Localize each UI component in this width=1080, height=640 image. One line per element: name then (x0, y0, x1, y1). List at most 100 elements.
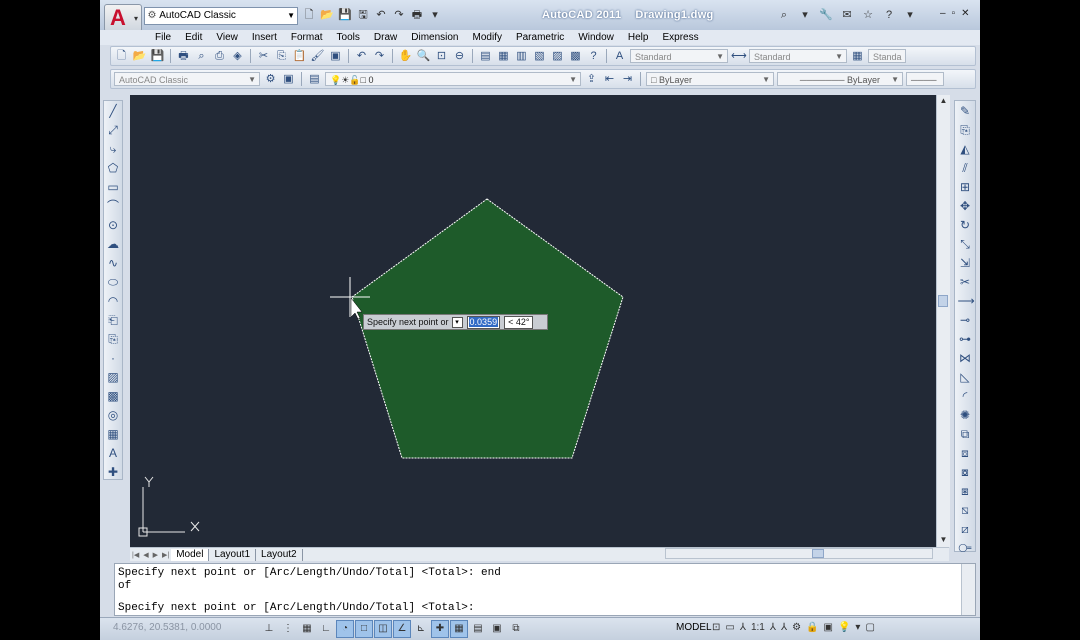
quick-view-layouts-icon[interactable]: ⊡ (712, 620, 720, 636)
save-as-icon[interactable]: 🖫 (356, 8, 370, 22)
point-icon[interactable]: · (106, 350, 121, 367)
erase-icon[interactable]: ✎ (958, 103, 973, 120)
undo-icon[interactable]: ↶ (374, 8, 388, 22)
menu-edit[interactable]: Edit (178, 30, 209, 45)
allow-dynamic-ucs-icon[interactable]: ⊾ (412, 620, 430, 638)
polar-tracking-icon[interactable]: ◔ (336, 620, 354, 638)
tool-palettes-icon[interactable]: ▥ (514, 49, 529, 64)
publish-icon[interactable]: ⎙ (212, 49, 227, 64)
save-icon[interactable]: 💾 (338, 8, 352, 22)
zoom-previous-icon[interactable]: ⊖ (452, 49, 467, 64)
bring-above-icon[interactable]: ⧆ (958, 483, 973, 500)
linetype-control-select[interactable]: ─────── ByLayer ▼ (777, 72, 903, 86)
angle-input[interactable]: < 42° (504, 315, 534, 329)
help-icon[interactable]: ? (586, 49, 601, 64)
menu-express[interactable]: Express (655, 30, 705, 45)
tab-model[interactable]: Model (171, 548, 210, 561)
restore-icon[interactable]: ▫ (952, 8, 956, 20)
infer-constraints-icon[interactable]: ⊥ (260, 620, 278, 638)
ortho-mode-icon[interactable]: ∟ (317, 620, 335, 638)
model-space-button[interactable]: MODEL (676, 622, 712, 633)
layer-select[interactable]: 💡☀🔓□ 0 ▼ (325, 72, 581, 86)
polyline-icon[interactable]: ⤷ (106, 141, 121, 158)
layer-properties-icon[interactable]: ▤ (307, 72, 322, 87)
extend-icon[interactable]: ⟶ (958, 293, 975, 310)
plot-icon[interactable]: 🖶 (410, 8, 424, 22)
zoom-realtime-icon[interactable]: 🔍 (416, 49, 431, 64)
prev-tab-icon[interactable]: ◀ (141, 551, 150, 559)
annotation-scale-value[interactable]: 1:1 (751, 620, 765, 636)
menu-view[interactable]: View (209, 30, 245, 45)
paste-icon[interactable]: 📋 (292, 49, 307, 64)
auto-scale-icon[interactable]: ⅄ (781, 620, 787, 636)
length-input[interactable]: 0.0359 (466, 315, 501, 329)
menu-dimension[interactable]: Dimension (404, 30, 465, 45)
3d-dwf-icon[interactable]: ◈ (230, 49, 245, 64)
communication-center-icon[interactable]: ✉ (840, 8, 854, 22)
my-workspace-icon[interactable]: ▣ (281, 72, 296, 87)
bring-to-front-icon[interactable]: ⧈ (958, 445, 973, 462)
menu-insert[interactable]: Insert (245, 30, 284, 45)
chevron-down-icon[interactable]: ▾ (903, 8, 917, 22)
send-to-back-icon[interactable]: ⧇ (958, 464, 973, 481)
add-selected-icon[interactable]: ✚ (106, 464, 121, 481)
redo-icon[interactable]: ↷ (392, 8, 406, 22)
menu-modify[interactable]: Modify (466, 30, 509, 45)
next-tab-icon[interactable]: ▶ (151, 551, 160, 559)
menu-draw[interactable]: Draw (367, 30, 404, 45)
rectangle-icon[interactable]: ▭ (106, 179, 121, 196)
ellipse-arc-icon[interactable]: ◠ (106, 293, 121, 310)
mirror-icon[interactable]: ◭ (958, 141, 973, 158)
tab-layout2[interactable]: Layout2 (256, 548, 303, 561)
vertical-scroll-thumb[interactable] (938, 295, 948, 307)
workspace-switcher[interactable]: ⚙ AutoCAD Classic ▼ (144, 7, 298, 25)
chevron-down-icon[interactable]: ▾ (798, 8, 812, 22)
hatch-to-back-icon[interactable]: ⧃ (958, 540, 973, 557)
workspace-switching-icon[interactable]: ⚙ (792, 620, 801, 636)
match-properties-icon[interactable]: 🖌 (310, 49, 325, 64)
markup-icon[interactable]: ▨ (550, 49, 565, 64)
new-file-icon[interactable]: 🗋 (114, 49, 129, 64)
quick-view-drawings-icon[interactable]: ▭ (725, 620, 734, 636)
region-icon[interactable]: ◎ (106, 407, 121, 424)
coordinates-readout[interactable]: 4.6276, 20.5381, 0.0000 (113, 622, 221, 633)
ellipse-icon[interactable]: ⬭ (106, 274, 121, 291)
new-file-icon[interactable]: 🗋 (302, 8, 316, 22)
command-prompt-line[interactable]: Specify next point or [Arc/Length/Undo/T… (118, 602, 474, 614)
binoculars-icon[interactable]: ⌕ (777, 8, 791, 22)
table-icon[interactable]: ▦ (106, 426, 121, 443)
scale-icon[interactable]: ⤡ (958, 236, 973, 253)
chamfer-icon[interactable]: ◺ (958, 369, 973, 386)
design-center-icon[interactable]: ▦ (496, 49, 511, 64)
3d-object-snap-icon[interactable]: ◫ (374, 620, 392, 638)
annotation-scale-icon[interactable]: ⅄ (740, 620, 746, 636)
horizontal-scroll-thumb[interactable] (812, 549, 824, 558)
multiline-text-icon[interactable]: A (106, 445, 121, 462)
arc-icon[interactable]: ⌒ (106, 198, 121, 215)
join-icon[interactable]: ⋈ (958, 350, 973, 367)
dimension-style-icon[interactable]: ⟷ (731, 49, 747, 64)
open-folder-icon[interactable]: 📂 (320, 8, 334, 22)
command-window[interactable]: Specify next point or [Arc/Length/Undo/T… (114, 563, 976, 616)
copy-object-icon[interactable]: ⎘ (958, 122, 973, 139)
open-folder-icon[interactable]: 📂 (132, 49, 147, 64)
qat-dropdown-icon[interactable]: ▾ (428, 8, 442, 22)
copy-icon[interactable]: ⎘ (274, 49, 289, 64)
polygon-icon[interactable]: ⬠ (106, 160, 121, 177)
layer-previous-icon[interactable]: ⇤ (602, 72, 617, 87)
dynamic-input-icon[interactable]: ✚ (431, 620, 449, 638)
move-icon[interactable]: ✥ (958, 198, 973, 215)
circle-icon[interactable]: ⊙ (106, 217, 121, 234)
quick-properties-icon[interactable]: ▣ (488, 620, 506, 638)
horizontal-scrollbar[interactable] (665, 548, 933, 559)
vertical-scrollbar[interactable]: ▲ ▼ (936, 95, 950, 547)
hatch-icon[interactable]: ▨ (106, 369, 121, 386)
plot-preview-icon[interactable]: ⌕ (194, 49, 209, 64)
object-snap-icon[interactable]: □ (355, 620, 373, 638)
text-to-front-icon[interactable]: ⧄ (958, 521, 973, 538)
hardware-acceleration-icon[interactable]: ▣ (824, 620, 833, 636)
annotation-visibility-icon[interactable]: ⅄ (770, 620, 776, 636)
break-icon[interactable]: ⊶ (958, 331, 973, 348)
insert-block-icon[interactable]: ⎗ (106, 312, 121, 329)
lock-ui-icon[interactable]: 🔒 (806, 620, 818, 636)
